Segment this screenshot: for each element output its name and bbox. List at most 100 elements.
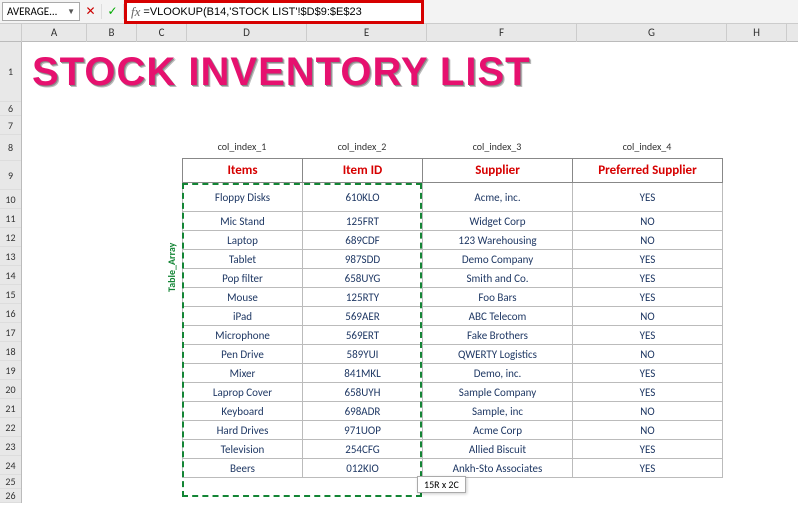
cell-pref[interactable]: YES	[573, 459, 723, 478]
cell-supplier[interactable]: Sample Company	[423, 383, 573, 402]
cell-pref[interactable]: YES	[573, 269, 723, 288]
chevron-down-icon[interactable]: ▼	[67, 7, 75, 17]
row-header[interactable]: 1	[0, 42, 21, 102]
cell-supplier[interactable]: Widget Corp	[423, 212, 573, 231]
cell-pref[interactable]: NO	[573, 307, 723, 326]
cell-supplier[interactable]: Acme Corp	[423, 421, 573, 440]
cell-pref[interactable]: YES	[573, 250, 723, 269]
col-supplier[interactable]: Supplier	[423, 159, 573, 183]
cell-supplier[interactable]: Fake Brothers	[423, 326, 573, 345]
row-header[interactable]: 9	[0, 161, 21, 190]
cell-id[interactable]: 254CFG	[303, 440, 423, 459]
cell-supplier[interactable]: Sample, inc	[423, 402, 573, 421]
col-header[interactable]: D	[187, 24, 307, 42]
cell-id[interactable]: 658UYG	[303, 269, 423, 288]
cell-pref[interactable]: YES	[573, 183, 723, 212]
cell-id[interactable]: 689CDF	[303, 231, 423, 250]
cell-item[interactable]: Mixer	[183, 364, 303, 383]
col-header[interactable]: C	[137, 24, 187, 42]
row-header[interactable]: 13	[0, 247, 21, 266]
col-header[interactable]: H	[727, 24, 787, 42]
col-items[interactable]: Items	[183, 159, 303, 183]
row-header[interactable]: 12	[0, 228, 21, 247]
cell-supplier[interactable]: Foo Bars	[423, 288, 573, 307]
col-header[interactable]: A	[22, 24, 87, 42]
confirm-formula-button[interactable]: ✓	[102, 4, 124, 19]
cell-id[interactable]: 012KIO	[303, 459, 423, 478]
row-header[interactable]: 18	[0, 342, 21, 361]
row-header[interactable]: 7	[0, 116, 21, 135]
cell-id[interactable]: 589YUI	[303, 345, 423, 364]
cell-supplier[interactable]: ABC Telecom	[423, 307, 573, 326]
cell-supplier[interactable]: Demo, inc.	[423, 364, 573, 383]
cell-item[interactable]: Microphone	[183, 326, 303, 345]
cell-item[interactable]: Mouse	[183, 288, 303, 307]
cell-id[interactable]: 987SDD	[303, 250, 423, 269]
fx-icon[interactable]: fx	[131, 4, 140, 20]
cell-item[interactable]: Floppy Disks	[183, 183, 303, 212]
col-header[interactable]	[0, 24, 22, 42]
cell-pref[interactable]: NO	[573, 421, 723, 440]
cell-item[interactable]: Pop filter	[183, 269, 303, 288]
cell-supplier[interactable]: Ankh-Sto Associates	[423, 459, 573, 478]
row-header[interactable]: 16	[0, 304, 21, 323]
cell-id[interactable]: 658UYH	[303, 383, 423, 402]
col-header[interactable]: G	[577, 24, 727, 42]
cell-item[interactable]: Mic Stand	[183, 212, 303, 231]
cell-pref[interactable]: NO	[573, 212, 723, 231]
cell-pref[interactable]: NO	[573, 345, 723, 364]
row-header[interactable]: 21	[0, 399, 21, 418]
cell-supplier[interactable]: QWERTY Logistics	[423, 345, 573, 364]
row-header[interactable]: 26	[0, 489, 21, 503]
formula-input[interactable]	[143, 6, 383, 18]
row-header[interactable]: 10	[0, 190, 21, 209]
cell-id[interactable]: 125RTY	[303, 288, 423, 307]
cell-supplier[interactable]: Smith and Co.	[423, 269, 573, 288]
cell-item[interactable]: Beers	[183, 459, 303, 478]
row-header[interactable]: 19	[0, 361, 21, 380]
cell-item[interactable]: Pen Drive	[183, 345, 303, 364]
name-box[interactable]: AVERAGE... ▼	[2, 2, 80, 21]
cell-id[interactable]: 569ERT	[303, 326, 423, 345]
cell-item[interactable]: Tablet	[183, 250, 303, 269]
row-header[interactable]: 23	[0, 437, 21, 456]
row-header[interactable]: 11	[0, 209, 21, 228]
cell-pref[interactable]: YES	[573, 326, 723, 345]
cell-pref[interactable]: YES	[573, 364, 723, 383]
col-header[interactable]: F	[427, 24, 577, 42]
cell-pref[interactable]: YES	[573, 288, 723, 307]
cell-item[interactable]: Laptop	[183, 231, 303, 250]
sheet-content[interactable]: STOCK INVENTORY LIST col_index_1 col_ind…	[22, 42, 798, 503]
col-preferred[interactable]: Preferred Supplier	[573, 159, 723, 183]
row-header[interactable]: 15	[0, 285, 21, 304]
cell-supplier[interactable]: Acme, inc.	[423, 183, 573, 212]
cell-item[interactable]: Television	[183, 440, 303, 459]
cell-supplier[interactable]: Demo Company	[423, 250, 573, 269]
cell-item[interactable]: Keyboard	[183, 402, 303, 421]
row-header[interactable]: 24	[0, 456, 21, 475]
cell-id[interactable]: 841MKL	[303, 364, 423, 383]
cell-item[interactable]: Laprop Cover	[183, 383, 303, 402]
row-header[interactable]: 14	[0, 266, 21, 285]
col-header[interactable]: B	[87, 24, 137, 42]
cell-id[interactable]: 125FRT	[303, 212, 423, 231]
row-header[interactable]: 25	[0, 475, 21, 489]
cell-supplier[interactable]: Allied Biscuit	[423, 440, 573, 459]
cell-id[interactable]: 698ADR	[303, 402, 423, 421]
row-header[interactable]: 17	[0, 323, 21, 342]
cell-pref[interactable]: YES	[573, 383, 723, 402]
cancel-formula-button[interactable]: ✕	[80, 4, 102, 19]
row-header[interactable]: 20	[0, 380, 21, 399]
cell-id[interactable]: 569AER	[303, 307, 423, 326]
cell-pref[interactable]: NO	[573, 402, 723, 421]
row-header[interactable]: 22	[0, 418, 21, 437]
row-header[interactable]: 8	[0, 135, 21, 161]
cell-id[interactable]: 610KLO	[303, 183, 423, 212]
row-header[interactable]: 6	[0, 102, 21, 116]
cell-pref[interactable]: YES	[573, 440, 723, 459]
col-item-id[interactable]: Item ID	[303, 159, 423, 183]
cell-supplier[interactable]: 123 Warehousing	[423, 231, 573, 250]
cell-pref[interactable]: NO	[573, 231, 723, 250]
cell-id[interactable]: 971UOP	[303, 421, 423, 440]
cell-item[interactable]: iPad	[183, 307, 303, 326]
